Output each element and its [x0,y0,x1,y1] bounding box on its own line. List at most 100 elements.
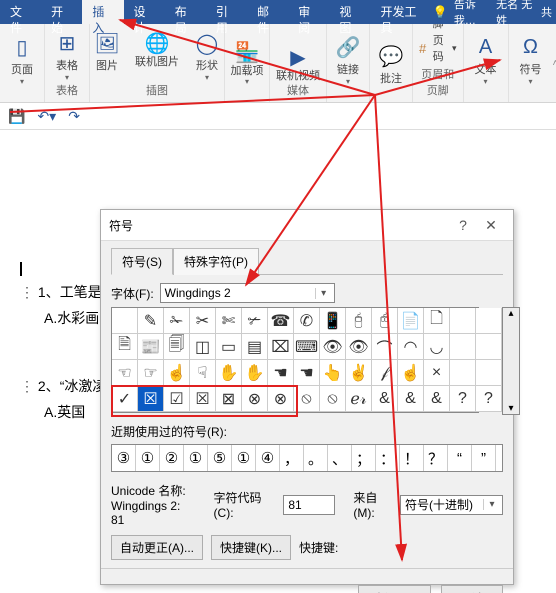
btn-shapes[interactable]: ◯ 形状 ▾ [187,27,227,82]
recent-symbol-cell[interactable]: ③ [112,445,136,471]
symbol-cell[interactable]: ⌧ [268,334,294,360]
symbol-cell[interactable]: 📄 [398,308,424,334]
symbol-cell[interactable]: ✓ [112,386,138,412]
recent-symbol-cell[interactable]: ⑤ [208,445,232,471]
symbol-cell[interactable]: ◫ [190,334,216,360]
symbol-cell[interactable]: & [424,386,450,412]
recent-symbol-cell[interactable]: ， [280,445,304,471]
tab-mailings[interactable]: 邮件 [247,0,288,24]
tab-design[interactable]: 设计 [124,0,165,24]
symbol-cell[interactable]: 🗎 [112,334,138,360]
symbol-cell[interactable]: ☑ [164,386,190,412]
tab-view[interactable]: 视图 [329,0,370,24]
btn-footer[interactable]: ▄ 页脚▾ [419,24,457,31]
symbol-cell[interactable]: ☞ [138,360,164,386]
dlg-tab-symbol[interactable]: 符号(S) [111,248,173,275]
font-combo[interactable]: Wingdings 2 ▾ [160,283,335,303]
btn-cancel[interactable]: 取消 [441,585,503,593]
symbol-cell[interactable] [476,308,502,334]
ribbon-collapse[interactable]: ˄ [553,24,556,102]
tab-layout[interactable]: 布局 [165,0,206,24]
symbol-cell[interactable]: × [424,360,450,386]
dialog-help-button[interactable]: ? [449,217,477,234]
recent-symbol-cell[interactable]: ① [232,445,256,471]
symbol-cell[interactable]: ◠ [398,334,424,360]
btn-tables[interactable]: ⊞ 表格 ▾ [47,27,87,82]
symbol-cell[interactable]: 👁 [320,334,346,360]
symbol-cell[interactable]: ℯ𝓇 [346,386,372,412]
symbol-cell[interactable]: ✂ [190,308,216,334]
symbol-cell[interactable]: 👆 [320,360,346,386]
tab-file[interactable]: 文件 [0,0,41,24]
recent-symbol-cell[interactable]: ？ [424,445,448,471]
btn-comment[interactable]: 💬 批注 [371,40,411,86]
symbol-cell[interactable]: ⌒ [372,334,398,360]
symbol-cell[interactable]: ✎ [138,308,164,334]
symbol-cell[interactable]: ? [476,386,502,412]
symbol-cell[interactable]: ▭ [216,334,242,360]
tab-devtools[interactable]: 开发工具 [371,0,433,24]
symbol-cell[interactable]: ☒ [138,386,164,412]
btn-pages[interactable]: ▯ 页面 ▾ [2,31,42,86]
symbol-cell[interactable]: & [372,386,398,412]
symbol-cell[interactable]: ✋ [216,360,242,386]
recent-symbol-cell[interactable]: ； [352,445,376,471]
symbol-cell[interactable]: 🖰 [372,308,398,334]
tab-insert[interactable]: 插入 [82,0,123,24]
recent-symbol-cell[interactable]: ④ [256,445,280,471]
btn-online-image[interactable]: 🌐 联机图片 [131,27,183,82]
recent-symbol-cell[interactable]: ① [184,445,208,471]
symbol-cell[interactable]: ☚ [294,360,320,386]
btn-autocorrect[interactable]: 自动更正(A)... [111,535,203,560]
symbol-cell[interactable] [450,334,476,360]
symbol-cell[interactable] [476,360,502,386]
grid-scrollbar[interactable]: ▴ ▾ [502,307,520,415]
symbol-cell[interactable]: ✃ [242,308,268,334]
symbol-cell[interactable]: ☚ [268,360,294,386]
share-button[interactable]: 共 [541,4,552,20]
symbol-cell[interactable]: & [398,386,424,412]
symbol-cell[interactable]: ◡ [424,334,450,360]
btn-link[interactable]: 🔗 链接 ▾ [328,31,368,86]
symbol-cell[interactable]: 👁 [346,334,372,360]
btn-insert[interactable]: 插入(I) [358,585,431,593]
symbol-cell[interactable] [450,308,476,334]
symbol-cell[interactable]: 📰 [138,334,164,360]
recent-symbol-cell[interactable]: ② [160,445,184,471]
symbol-cell[interactable]: ⊠ [216,386,242,412]
symbol-grid[interactable]: ✎✁✂✄✃☎✆📱🖯🖰📄🗋🗎📰🗐◫▭▤⌧⌨👁👁⌒◠◡☜☞☝☟✋✋☚☚👆✌𝒻☝×✓☒… [111,307,479,413]
recent-symbol-cell[interactable]: ” [472,445,496,471]
btn-online-video[interactable]: ▶ 联机视频 [272,41,324,82]
symbol-cell[interactable]: ☜ [112,360,138,386]
dlg-tab-special[interactable]: 特殊字符(P) [173,248,259,275]
tell-me-icon[interactable]: 💡 [433,5,448,19]
tab-references[interactable]: 引用 [206,0,247,24]
from-combo[interactable]: 符号(十进制) ▾ [400,495,503,515]
recent-symbol-cell[interactable]: ！ [400,445,424,471]
symbol-cell[interactable]: ☎ [268,308,294,334]
btn-addins[interactable]: 🏪 加载项 ▾ [227,36,267,86]
recent-symbol-cell[interactable]: ： [376,445,400,471]
recent-symbol-cell[interactable]: ① [136,445,160,471]
tab-home[interactable]: 开始 [41,0,82,24]
tab-review[interactable]: 审阅 [288,0,329,24]
symbol-cell[interactable] [112,308,138,334]
symbol-cell[interactable]: ▤ [242,334,268,360]
save-icon[interactable]: 💾 [8,108,25,125]
symbol-cell[interactable] [450,360,476,386]
symbol-cell[interactable]: ⦸ [294,386,320,412]
btn-text[interactable]: A 文本 ▾ [466,31,506,86]
symbol-cell[interactable]: ✋ [242,360,268,386]
symbol-cell[interactable]: ☝ [398,360,424,386]
dropdown-icon[interactable]: ▾ [483,499,500,510]
symbol-cell[interactable]: ✌ [346,360,372,386]
symbol-cell[interactable]: 🗐 [164,334,190,360]
symbol-cell[interactable]: ⌨ [294,334,320,360]
recent-symbol-cell[interactable]: “ [448,445,472,471]
symbol-cell[interactable]: 𝒻 [372,360,398,386]
symbol-cell[interactable]: ☟ [190,360,216,386]
symbol-cell[interactable]: ✁ [164,308,190,334]
symbol-cell[interactable]: ✆ [294,308,320,334]
recent-symbol-cell[interactable]: 。 [304,445,328,471]
symbol-cell[interactable] [476,334,502,360]
